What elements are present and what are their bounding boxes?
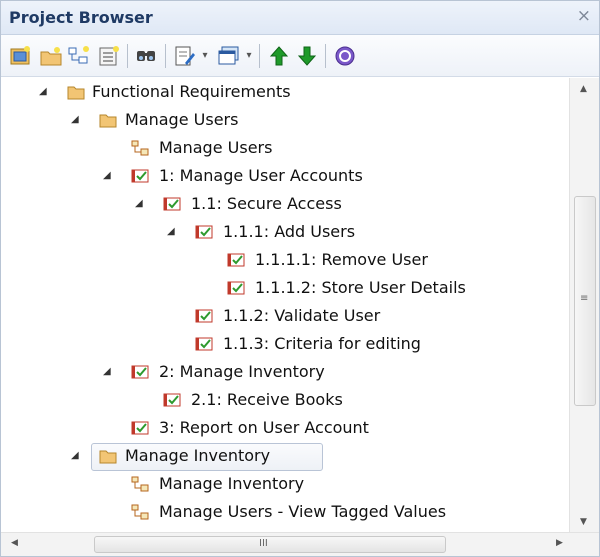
expand-arrow-icon[interactable]: ◢ [135,190,149,218]
panel-title: Project Browser [9,8,153,27]
tree-item-label: Manage Users [125,110,239,129]
tree-item-label: 2.1: Receive Books [191,390,343,409]
requirement-icon [163,197,181,211]
help-icon[interactable] [333,45,357,67]
tree-item-label: 1.1.2: Validate User [223,306,381,325]
requirement-icon [227,253,245,267]
tree-item-label: 3: Report on User Account [159,418,369,437]
requirement-icon [131,169,149,183]
tree-item-label: Manage Inventory [159,474,305,493]
toolbar-separator [325,44,326,68]
chevron-down-icon[interactable]: ▾ [199,45,211,67]
expand-arrow-icon[interactable]: ◢ [71,442,85,470]
expand-arrow-icon[interactable]: ◢ [39,78,53,106]
tree-item-label: 1.1.1: Add Users [223,222,356,241]
requirement-icon [131,421,149,435]
find-icon[interactable] [135,45,159,67]
title-bar: Project Browser × [1,1,599,35]
folder-icon [99,450,117,464]
scroll-right-icon[interactable]: ▶ [556,538,563,548]
project-browser-panel: Project Browser × ▾ ▾ ◢ Functional Requi… [0,0,600,557]
vertical-scroll-thumb[interactable]: ≡ [574,196,596,406]
toolbar-separator [165,44,166,68]
diagram-icon [131,504,149,520]
tree-item-label: 1.1.3: Criteria for editing [223,334,421,353]
requirement-icon [195,337,213,351]
scroll-down-icon[interactable]: ▼ [580,517,587,527]
requirement-icon [195,309,213,323]
folder-icon [99,114,117,128]
document-icon[interactable] [173,45,197,67]
expand-arrow-icon[interactable]: ◢ [103,358,117,386]
new-element-icon[interactable] [97,45,121,67]
grip-icon: III [259,538,268,549]
tree-item-label: 2: Manage Inventory [159,362,325,381]
expand-arrow-icon[interactable]: ◢ [103,162,117,190]
requirement-icon [163,393,181,407]
tree-item-label: Manage Users [159,138,273,157]
tree-item-label: 1.1: Secure Access [191,194,342,213]
move-up-icon[interactable] [267,45,291,67]
tree-item-label: Manage Users - View Tagged Values [159,502,447,521]
tree-item-label: Manage Inventory [125,446,271,465]
diagram-icon [131,476,149,492]
toolbar-separator [259,44,260,68]
close-icon[interactable]: × [577,6,591,26]
chevron-down-icon[interactable]: ▾ [243,45,255,67]
requirement-icon [195,225,213,239]
folder-icon [67,86,85,100]
requirement-icon [131,365,149,379]
tree-item-label: 1.1.1.2: Store User Details [255,278,466,297]
expand-arrow-icon[interactable]: ◢ [71,106,85,134]
move-down-icon[interactable] [295,45,319,67]
diagram-icon [131,140,149,156]
horizontal-scroll-thumb[interactable]: III [94,536,446,553]
project-tree: ◢ Functional Requirements ◢ Manage Users… [1,78,570,533]
tree-item-label: 1.1.1.1: Remove User [255,250,428,269]
horizontal-scrollbar[interactable]: ◀ III ▶ [1,532,599,556]
grip-icon: ≡ [580,293,589,304]
toolbar-separator [127,44,128,68]
tree-item-label: 1: Manage User Accounts [159,166,363,185]
new-package-icon[interactable] [39,45,63,67]
scroll-up-icon[interactable]: ▲ [580,84,587,94]
expand-arrow-icon[interactable]: ◢ [167,218,181,246]
requirement-icon [227,281,245,295]
toolbar: ▾ ▾ [1,35,599,77]
scroll-left-icon[interactable]: ◀ [11,538,18,548]
new-diagram-icon[interactable] [67,45,91,67]
new-model-icon[interactable] [9,45,33,67]
tree-item-label: Functional Requirements [92,82,291,101]
vertical-scrollbar[interactable]: ▲ ≡ ▼ [569,78,599,533]
window-icon[interactable] [217,45,241,67]
